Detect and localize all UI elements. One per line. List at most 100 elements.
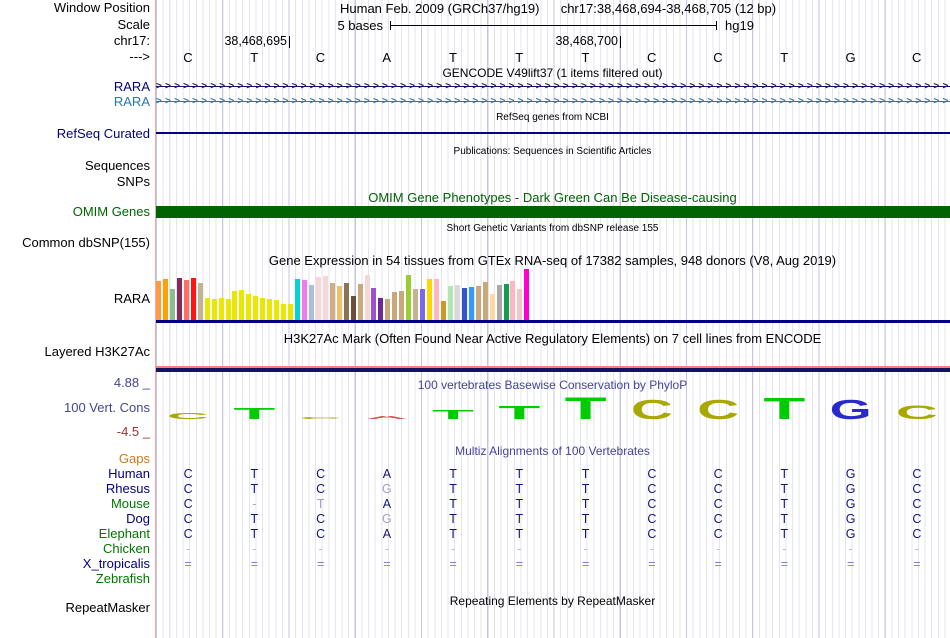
track-label-4-88-13[interactable]: 4.88 _: [0, 376, 150, 390]
position-range: chr17:38,468,694-38,468,705 (12 bp): [560, 1, 777, 16]
track-label-x-tropicalis-23[interactable]: X_tropicalis: [0, 557, 150, 571]
track-label-gaps-16[interactable]: Gaps: [0, 452, 150, 466]
gtex-bar-40: [427, 279, 433, 321]
multiz-chicken-base-10: -: [782, 542, 787, 556]
gencode-gene-rara-2[interactable]: >>>>>>>>>>>>>>>>>>>>>>>>>>>>>>>>>>>>>>>>…: [156, 96, 950, 107]
assembly-short: hg19: [725, 18, 754, 33]
sequence-row[interactable]: CTCATTTCCTGC: [155, 50, 950, 65]
track-label-mouse-19[interactable]: Mouse: [0, 497, 150, 511]
sequence-base-5: T: [449, 50, 457, 65]
multiz-rhesus-base-6: T: [515, 482, 524, 496]
gtex-bar-11: [225, 299, 231, 321]
multiz-human-base-10: T: [780, 467, 789, 481]
multiz-rhesus-base-4: G: [382, 482, 392, 496]
track-label-layered-h3k27ac-12[interactable]: Layered H3K27Ac: [0, 345, 150, 359]
coord-tick-label-1: 38,468,695: [224, 34, 287, 48]
track-label-100-vert-cons-14[interactable]: 100 Vert. Cons: [0, 401, 150, 415]
track-label-rhesus-18[interactable]: Rhesus: [0, 482, 150, 496]
multiz-human-base-9: C: [713, 467, 723, 481]
gtex-expression-bars[interactable]: [156, 268, 950, 321]
multiz-rhesus-base-7: T: [581, 482, 590, 496]
multiz-human-base-4: A: [382, 467, 392, 481]
track-label-elephant-21[interactable]: Elephant: [0, 527, 150, 541]
gtex-bar-31: [364, 275, 370, 321]
track-label--3[interactable]: --->: [0, 50, 150, 64]
gtex-bar-16: [260, 298, 266, 321]
multiz-chicken-base-5: -: [451, 542, 456, 556]
track-label-snps-8[interactable]: SNPs: [0, 175, 150, 189]
multiz-alignment-grid[interactable]: CTCATTTCCTGCCTCGTTTCCTGCC-TATTTCCTGCCTCG…: [155, 452, 950, 592]
track-title-h3k27ac-mark-often-found-near-active-reg: H3K27Ac Mark (Often Found Near Active Re…: [283, 331, 822, 346]
omim-genes-bar[interactable]: [156, 206, 950, 218]
multiz-elephant-base-5: T: [449, 527, 457, 541]
window-position-text: Human Feb. 2009 (GRCh37/hg19) chr17:38,4…: [340, 1, 776, 16]
track-label-refseq-curated-6[interactable]: RefSeq Curated: [0, 127, 150, 141]
multiz-mouse-base-10: T: [780, 497, 789, 511]
track-label-window-position-0[interactable]: Window Position: [0, 1, 150, 15]
phylop-conservation-logo[interactable]: CTCATTTCCTGC: [155, 385, 950, 421]
conservation-letter-8-C: C: [631, 394, 673, 421]
track-label-scale-1[interactable]: Scale: [0, 18, 150, 32]
multiz-x-tropicalis-base-3: =: [316, 557, 325, 571]
conservation-letter-5-T: T: [432, 408, 476, 421]
sequence-base-10: T: [780, 50, 789, 65]
gtex-bar-14: [246, 294, 252, 321]
coord-tick-1: [289, 36, 290, 48]
track-label-human-17[interactable]: Human: [0, 467, 150, 481]
multiz-chicken-base-6: -: [517, 542, 522, 556]
multiz-mouse-base-12: C: [912, 497, 922, 511]
multiz-rhesus-base-10: T: [780, 482, 789, 496]
gtex-bar-18: [274, 300, 280, 321]
track-label-repeatmasker-25[interactable]: RepeatMasker: [0, 601, 150, 615]
gtex-bar-12: [232, 291, 238, 321]
multiz-dog-base-11: G: [845, 512, 856, 526]
track-label-common-dbsnp-155-10[interactable]: Common dbSNP(155): [0, 236, 150, 250]
track-label-sequences-7[interactable]: Sequences: [0, 159, 150, 173]
multiz-chicken-base-11: -: [848, 542, 853, 556]
multiz-rhesus-base-9: C: [713, 482, 723, 496]
track-label-omim-genes-9[interactable]: OMIM Genes: [0, 205, 150, 219]
multiz-human-base-3: C: [316, 467, 326, 481]
multiz-x-tropicalis-base-7: =: [581, 557, 590, 571]
gtex-bar-50: [496, 285, 502, 321]
track-label-zebrafish-24[interactable]: Zebrafish: [0, 572, 150, 586]
track-title-publications-sequences-in-scientific-art: Publications: Sequences in Scientific Ar…: [453, 146, 652, 157]
conservation-letter-1-C: C: [167, 411, 209, 421]
multiz-elephant-base-10: T: [780, 527, 789, 541]
refseq-curated-line[interactable]: [156, 132, 950, 134]
multiz-elephant-base-3: C: [316, 527, 326, 541]
multiz-mouse-base-6: T: [515, 497, 524, 511]
multiz-rhesus-base-1: C: [183, 482, 193, 496]
gtex-bar-41: [434, 279, 439, 321]
multiz-mouse-base-11: G: [845, 497, 856, 511]
track-title-gene-expression-in-54-tissues-from-gtex-: Gene Expression in 54 tissues from GTEx …: [268, 253, 837, 268]
gtex-bar-24: [315, 277, 321, 321]
multiz-rhesus-base-3: C: [316, 482, 326, 496]
scale-ruler: [390, 21, 717, 30]
gtex-bar-30: [357, 284, 363, 321]
gtex-bar-21: [295, 279, 300, 321]
multiz-mouse-base-5: T: [449, 497, 457, 511]
sequence-base-7: T: [581, 50, 590, 65]
multiz-mouse-base-1: C: [183, 497, 193, 511]
track-label-rara-4[interactable]: RARA: [0, 80, 150, 94]
gtex-bar-1: [156, 281, 161, 321]
track-label-chr17-2[interactable]: chr17:: [0, 34, 150, 48]
multiz-dog-base-5: T: [449, 512, 457, 526]
gtex-bar-7: [197, 283, 203, 321]
h3k27ac-layer-line-navy[interactable]: [156, 368, 950, 372]
multiz-dog-base-7: T: [581, 512, 590, 526]
coord-tick-label-2: 38,468,700: [555, 34, 618, 48]
multiz-mouse-base-2: -: [252, 497, 257, 511]
gtex-bar-42: [440, 301, 446, 321]
track-label-rara-11[interactable]: RARA: [0, 292, 150, 306]
track-label-rara-5[interactable]: RARA: [0, 95, 150, 109]
gencode-gene-rara-1[interactable]: >>>>>>>>>>>>>>>>>>>>>>>>>>>>>>>>>>>>>>>>…: [156, 81, 950, 92]
multiz-human-base-7: T: [581, 467, 590, 481]
gtex-bar-3: [169, 289, 175, 321]
track-label-chicken-22[interactable]: Chicken: [0, 542, 150, 556]
track-label-4-5-15[interactable]: -4.5 _: [0, 425, 150, 439]
track-label-dog-20[interactable]: Dog: [0, 512, 150, 526]
gtex-bar-44: [454, 285, 460, 321]
track-title-short-genetic-variants-from-dbsnp-releas: Short Genetic Variants from dbSNP releas…: [446, 223, 659, 234]
